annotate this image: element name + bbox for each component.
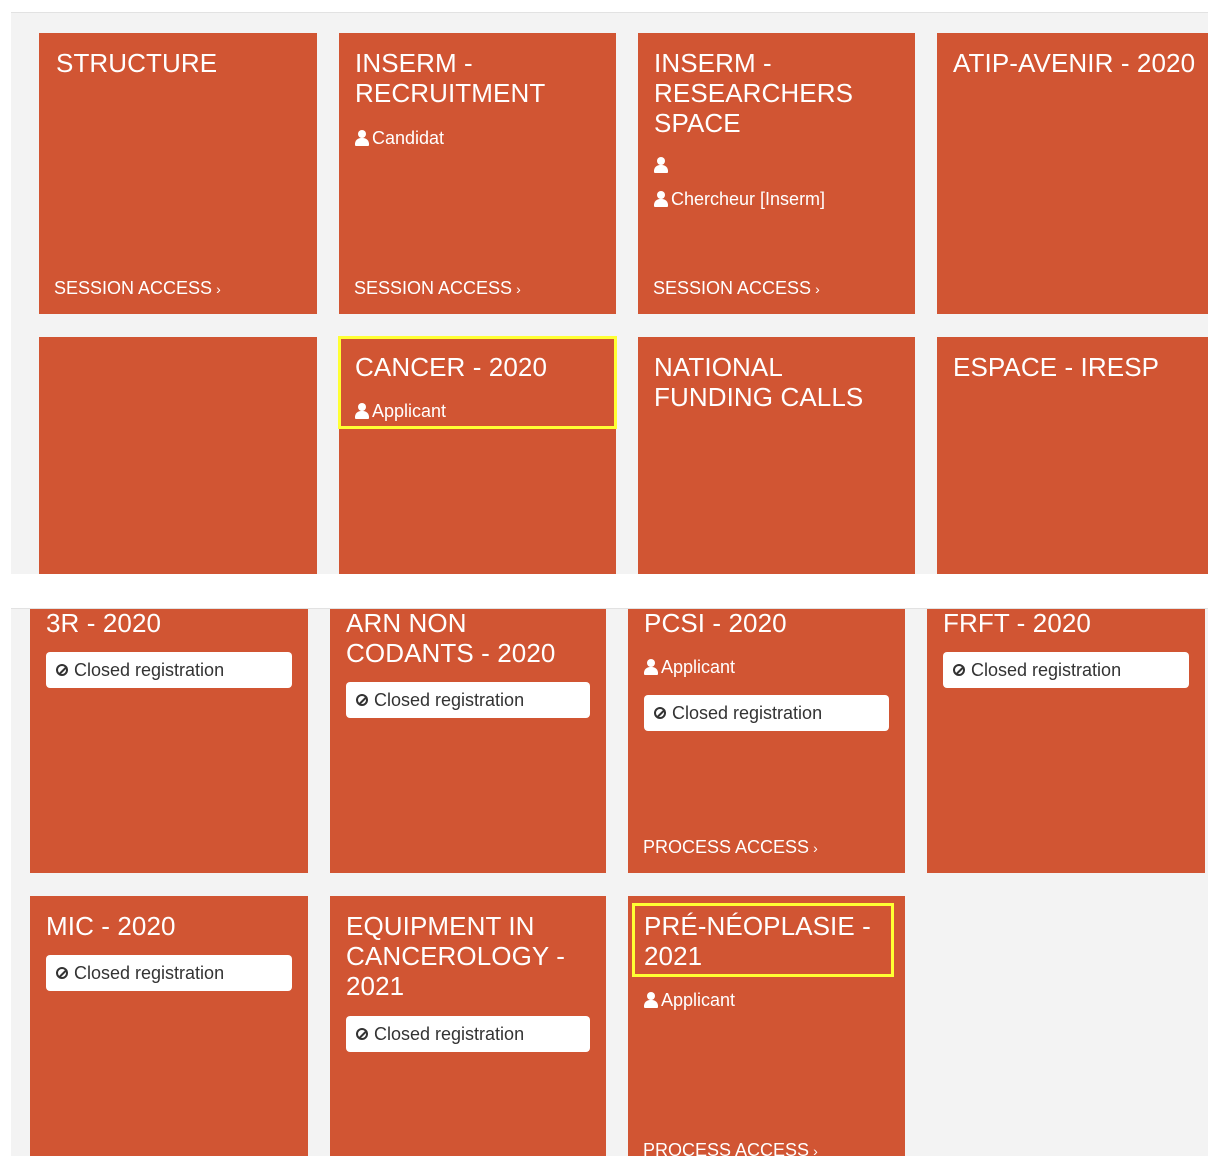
session-access-link[interactable]: SESSION ACCESS › [653, 278, 820, 299]
tile-arn-non-codants-2020[interactable]: ARN NON CODANTS - 2020 Closed registrati… [330, 608, 606, 873]
status-text: Closed registration [74, 659, 225, 680]
closed-registration-badge: Closed registration [346, 1016, 590, 1052]
chevron-right-icon: › [815, 281, 820, 297]
status-text: Closed registration [971, 659, 1122, 680]
tile-title: MIC - 2020 [46, 911, 176, 941]
ban-icon [953, 664, 965, 676]
tile-title: NATIONAL FUNDING CALLS [654, 352, 864, 412]
ban-icon [56, 664, 68, 676]
chevron-right-icon: › [216, 281, 221, 297]
closed-registration-badge: Closed registration [346, 682, 590, 718]
process-access-link[interactable]: PROCESS ACCESS › [643, 1140, 818, 1156]
role-text: Applicant [661, 657, 736, 677]
session-access-label: SESSION ACCESS [54, 278, 213, 298]
tile-title: PCSI - 2020 [644, 608, 787, 638]
role-label: Applicant [644, 656, 735, 678]
role-text: Candidat [372, 128, 445, 148]
session-access-link[interactable]: SESSION ACCESS › [354, 278, 521, 299]
tile-structure[interactable]: STRUCTURE SESSION ACCESS › [39, 33, 317, 314]
role-text: Chercheur [Inserm] [671, 189, 826, 209]
status-text: Closed registration [374, 689, 525, 710]
role-label: Chercheur [Inserm] [654, 188, 825, 210]
tile-inserm-recruitment[interactable]: INSERM - RECRUITMENT Candidat SESSION AC… [339, 33, 616, 314]
tile-title: EQUIPMENT IN CANCEROLOGY - 2021 [346, 911, 565, 1001]
process-access-label: PROCESS ACCESS [643, 837, 810, 857]
tile-title: INSERM - RECRUITMENT [355, 48, 546, 108]
tile-cancer-2020[interactable]: CANCER - 2020 Applicant [339, 337, 616, 574]
tile-frft-2020[interactable]: FRFT - 2020 Closed registration [927, 608, 1205, 873]
tile-inserm-researchers-space[interactable]: INSERM - RESEARCHERS SPACE Chercheur [In… [638, 33, 915, 314]
tile-blank[interactable] [39, 337, 317, 574]
chevron-right-icon: › [813, 840, 818, 856]
tile-title: ATIP-AVENIR - 2020 [953, 48, 1196, 78]
role-text: Applicant [661, 990, 736, 1010]
tile-pre-neoplasie-2021[interactable]: PRÉ-NÉOPLASIE - 2021 Applicant PROCESS A… [628, 896, 905, 1156]
tile-pcsi-2020[interactable]: PCSI - 2020 Applicant Closed registratio… [628, 608, 905, 873]
process-access-link[interactable]: PROCESS ACCESS › [643, 837, 818, 858]
tile-atip-avenir-2020[interactable]: ATIP-AVENIR - 2020 [937, 33, 1208, 314]
processes-panel: 3R - 2020 Closed registration ARN NON CO… [11, 608, 1208, 1156]
role-label: Applicant [644, 989, 735, 1011]
closed-registration-badge: Closed registration [644, 695, 889, 731]
session-access-link[interactable]: SESSION ACCESS › [54, 278, 221, 299]
user-icon [654, 157, 668, 173]
tile-title: CANCER - 2020 [355, 352, 548, 382]
tile-national-funding-calls[interactable]: NATIONAL FUNDING CALLS [638, 337, 915, 574]
ban-icon [356, 1028, 368, 1040]
closed-registration-badge: Closed registration [46, 652, 292, 688]
tile-title: ARN NON CODANTS - 2020 [346, 608, 556, 668]
session-access-label: SESSION ACCESS [354, 278, 513, 298]
closed-registration-badge: Closed registration [943, 652, 1189, 688]
status-text: Closed registration [74, 962, 225, 983]
role-label: Candidat [355, 127, 444, 149]
process-access-label: PROCESS ACCESS [643, 1140, 810, 1156]
role-label-empty [654, 157, 671, 173]
tile-title: FRFT - 2020 [943, 608, 1091, 638]
status-text: Closed registration [374, 1023, 525, 1044]
user-icon [644, 659, 658, 675]
tile-title: 3R - 2020 [46, 608, 162, 638]
tile-espace-iresp[interactable]: ESPACE - IRESP [937, 337, 1208, 574]
tile-title: INSERM - RESEARCHERS SPACE [654, 48, 854, 138]
closed-registration-badge: Closed registration [46, 955, 292, 991]
ban-icon [56, 967, 68, 979]
tile-equipment-in-cancerology-2021[interactable]: EQUIPMENT IN CANCEROLOGY - 2021 Closed r… [330, 896, 606, 1156]
chevron-right-icon: › [516, 281, 521, 297]
tile-3r-2020[interactable]: 3R - 2020 Closed registration [30, 608, 308, 873]
user-icon [355, 130, 369, 146]
user-icon [654, 191, 668, 207]
session-access-label: SESSION ACCESS [653, 278, 812, 298]
tile-title: ESPACE - IRESP [953, 352, 1160, 382]
sessions-panel: STRUCTURE SESSION ACCESS › INSERM - RECRU… [11, 12, 1208, 574]
tile-title: STRUCTURE [56, 48, 218, 78]
role-label: Applicant [355, 400, 446, 422]
tile-mic-2020[interactable]: MIC - 2020 Closed registration [30, 896, 308, 1156]
role-text: Applicant [372, 401, 447, 421]
tile-title: PRÉ-NÉOPLASIE - 2021 [644, 911, 871, 971]
chevron-right-icon: › [813, 1143, 818, 1156]
ban-icon [356, 694, 368, 706]
status-text: Closed registration [672, 702, 823, 723]
ban-icon [654, 707, 666, 719]
user-icon [644, 992, 658, 1008]
user-icon [355, 403, 369, 419]
